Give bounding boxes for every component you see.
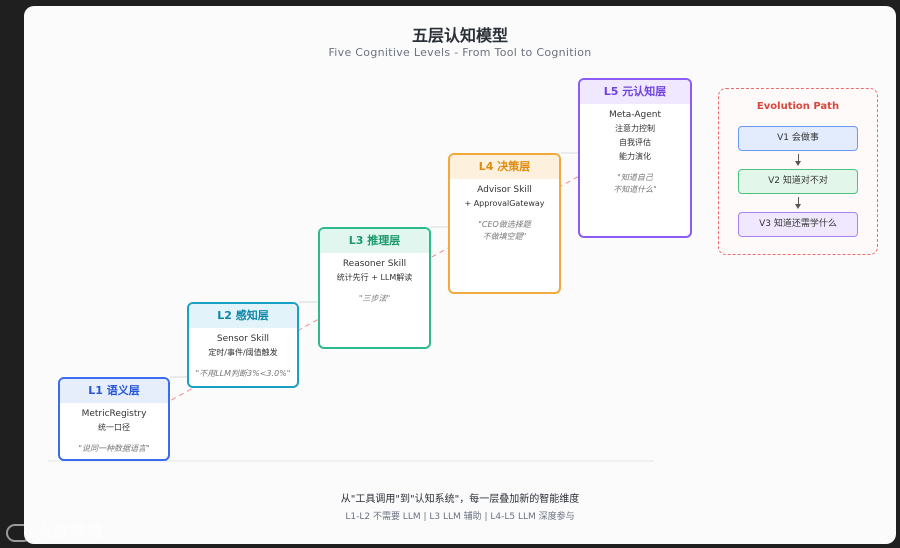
footer-llm-note: L1-L2 不需要 LLM | L3 LLM 辅助 | L4-L5 LLM 深度… xyxy=(345,512,575,522)
evolution-path-title: Evolution Path xyxy=(756,101,840,112)
layer-l4-quote-line1: "CEO做选择题 xyxy=(478,220,531,229)
brand-logo-icon xyxy=(6,523,32,542)
layer-l5-desc-1: 注意力控制 xyxy=(615,124,655,133)
layer-l2-box: L2 感知层 Sensor Skill 定时/事件/阈值触发 "不用LLM判断3… xyxy=(187,302,299,388)
layer-l3-title: L3 推理层 xyxy=(320,229,429,253)
evolution-path-panel: Evolution Path V1 会做事 V2 知道对不对 V3 知道还需学什… xyxy=(718,88,878,255)
diagram-canvas: 五层认知模型 Five Cognitive Levels - From Tool… xyxy=(24,6,896,544)
layer-l5-skill: Meta-Agent xyxy=(608,110,662,120)
layer-l2-skill: Sensor Skill xyxy=(216,334,270,344)
layer-l5-quote-line2: 不知道什么" xyxy=(613,185,657,194)
layer-l3-desc: 统计先行 + LLM解读 xyxy=(336,273,413,282)
layer-l5-quote-line1: "知道自己 xyxy=(617,173,653,182)
layer-l5-desc-3: 能力演化 xyxy=(619,152,651,161)
layer-l2-desc: 定时/事件/阈值触发 xyxy=(208,348,278,357)
layer-l4-quote-line2: 不做填空题" xyxy=(482,232,527,241)
layer-l5-box: L5 元认知层 Meta-Agent 注意力控制 自我评估 能力演化 "知道自己… xyxy=(578,78,692,238)
layer-l3-box: L3 推理层 Reasoner Skill 统计先行 + LLM解读 "三步法" xyxy=(318,227,431,349)
layer-l1-title: L1 语义层 xyxy=(60,379,168,403)
layer-l3-skill: Reasoner Skill xyxy=(342,259,407,269)
layer-l4-box: L4 决策层 Advisor Skill + ApprovalGateway "… xyxy=(448,153,561,294)
arrow-down-icon xyxy=(795,197,801,209)
layer-l5-desc-2: 自我评估 xyxy=(619,138,651,147)
layer-l3-quote: "三步法" xyxy=(358,294,391,303)
layer-l1-skill: MetricRegistry xyxy=(81,409,147,419)
layer-l4-title: L4 决策层 xyxy=(450,155,559,179)
layer-l5-quote: "知道自己 不知道什么" xyxy=(580,172,690,196)
layer-l1-box: L1 语义层 MetricRegistry 统一口径 "说同一种数据语言" xyxy=(58,377,170,461)
layer-l4-desc: + ApprovalGateway xyxy=(464,199,545,208)
layer-l4-quote: "CEO做选择题 不做填空题" xyxy=(450,219,559,243)
layer-l1-quote: "说同一种数据语言" xyxy=(78,444,150,453)
layer-l4-skill: Advisor Skill xyxy=(477,185,532,195)
layer-l2-quote: "不用LLM判断3%<3.0%" xyxy=(195,369,291,378)
evolution-step-v1: V1 会做事 xyxy=(738,126,858,151)
layer-l5-title: L5 元认知层 xyxy=(580,80,690,104)
arrow-down-icon xyxy=(795,154,801,166)
watermark-text: 大数跨境 xyxy=(36,522,105,541)
layer-l2-title: L2 感知层 xyxy=(189,304,297,328)
layer-l1-desc: 统一口径 xyxy=(98,423,130,432)
evolution-step-v2: V2 知道对不对 xyxy=(738,169,858,194)
watermark-logo: 大数跨境 xyxy=(6,518,104,542)
footer-summary: 从"工具调用"到"认知系统"，每一层叠加新的智能维度 xyxy=(340,494,580,505)
evolution-step-v3: V3 知道还需学什么 xyxy=(738,212,858,237)
